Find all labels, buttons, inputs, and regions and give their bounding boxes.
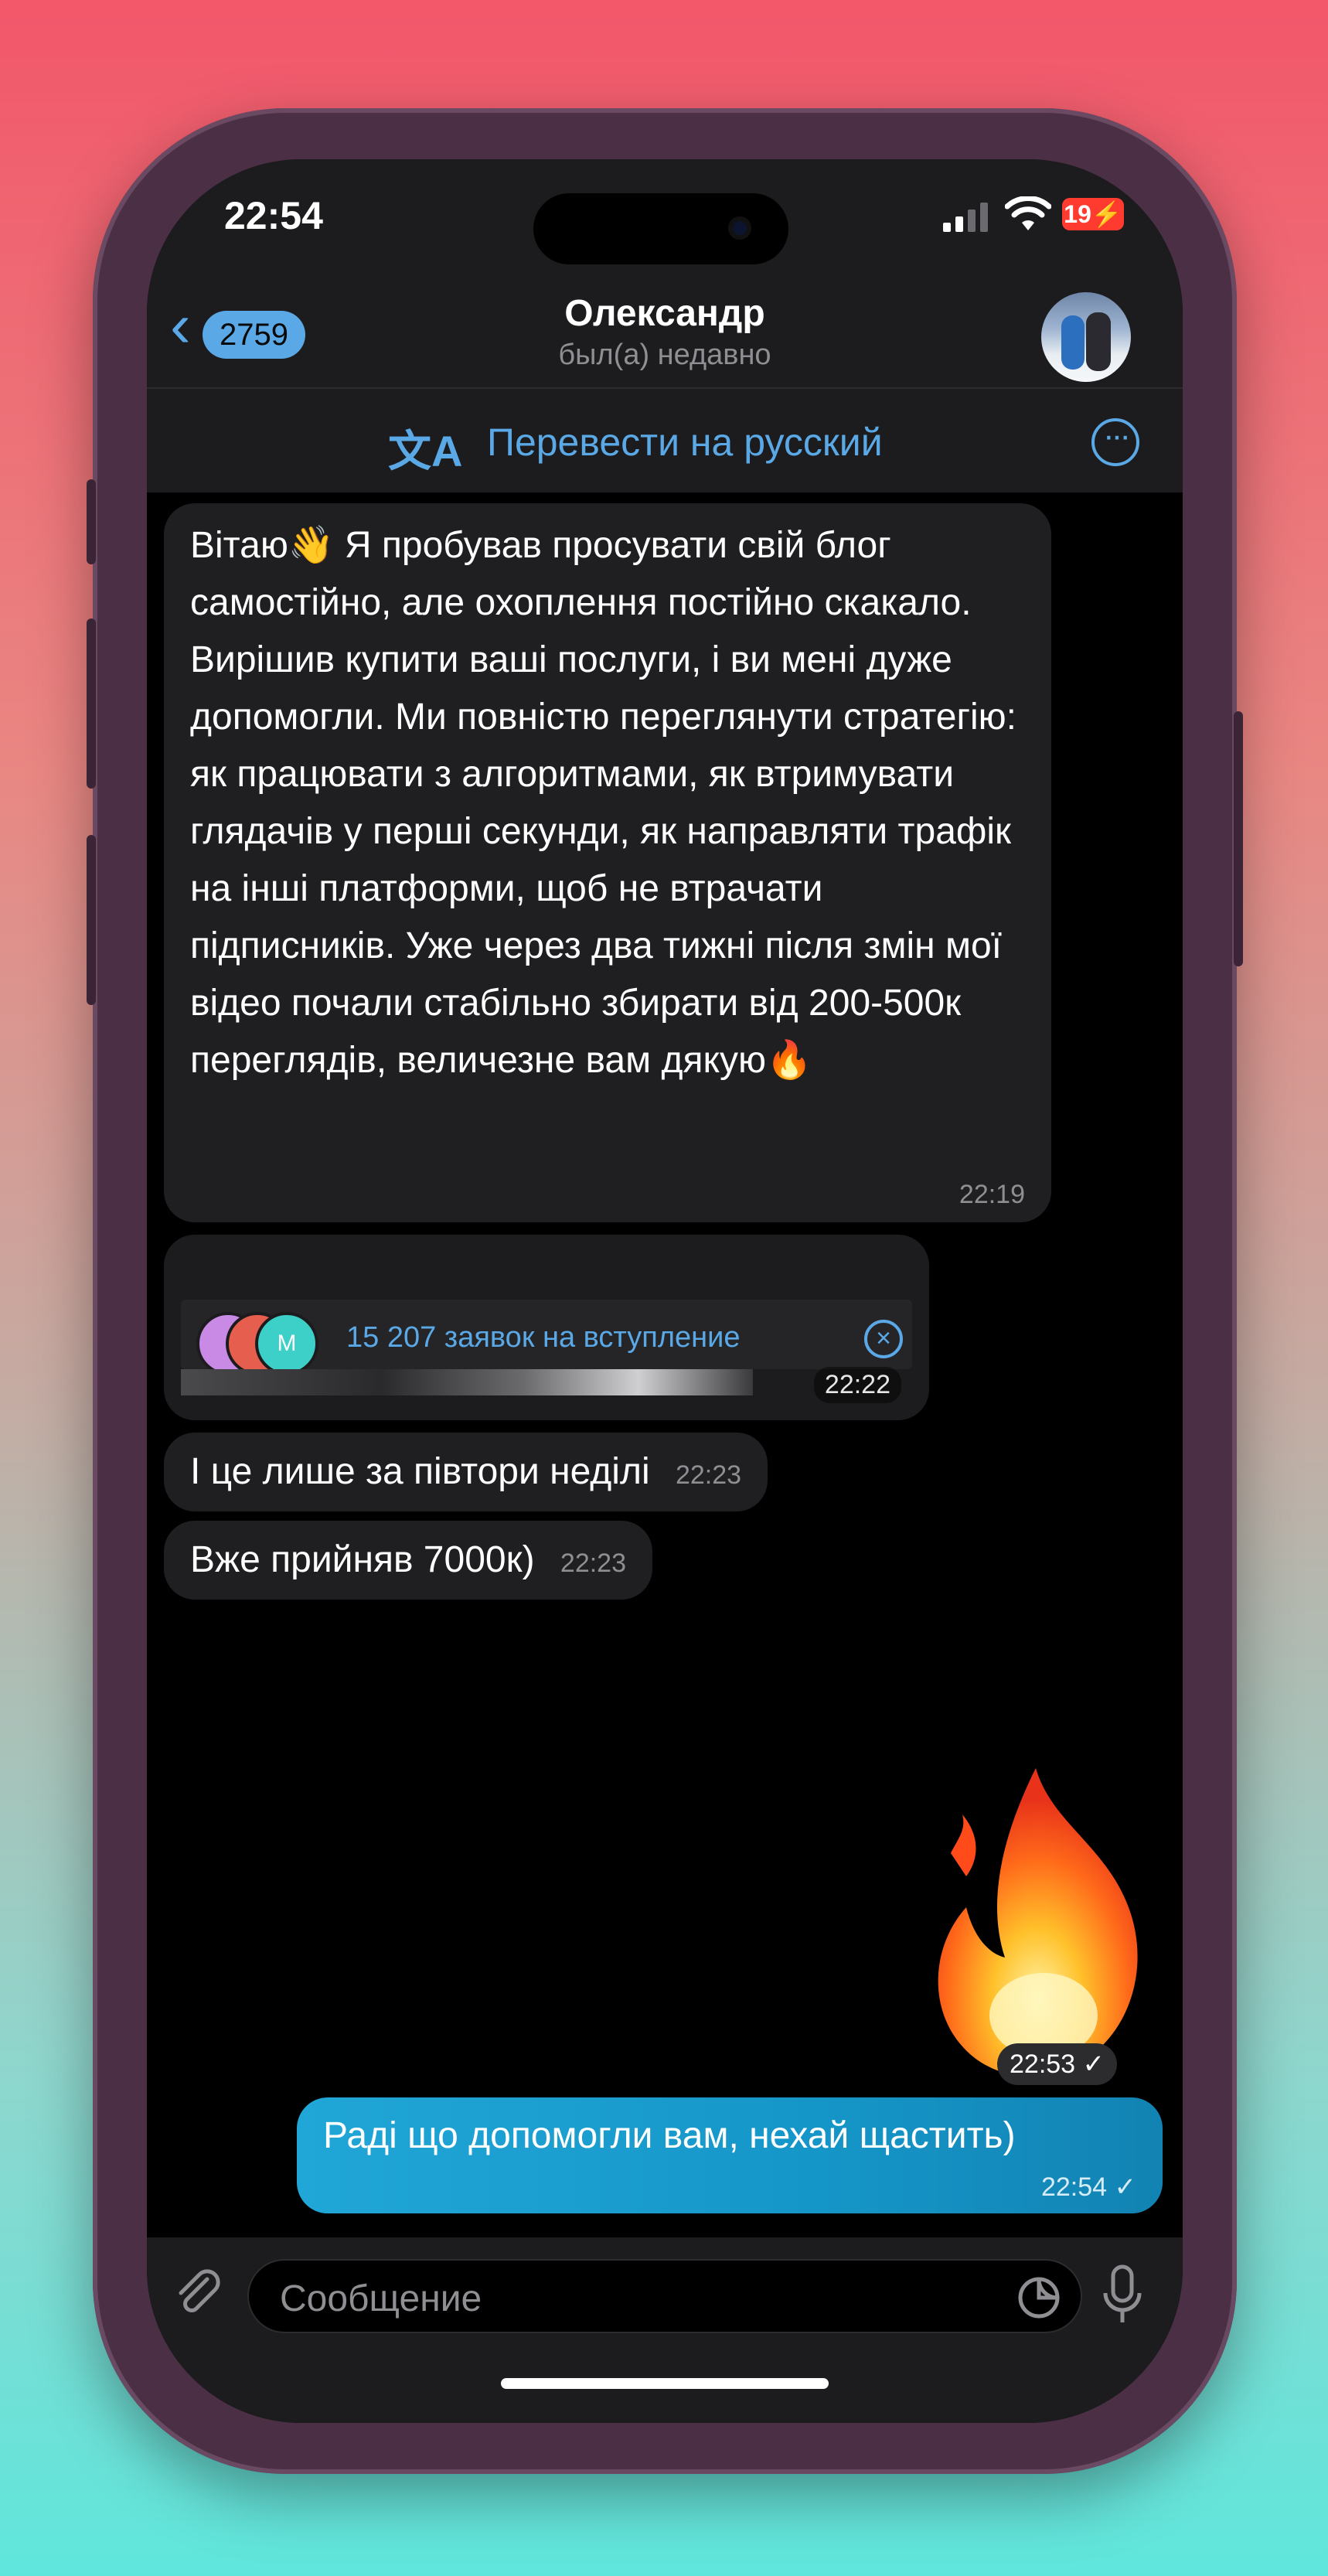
message-input-bar: Сообщение <box>147 2237 1183 2423</box>
read-check-icon: ✓ <box>1082 2050 1105 2079</box>
chat-area[interactable]: Вітаю👋 Я пробував просувати свій блог са… <box>147 492 1183 2423</box>
incoming-message[interactable]: Вітаю👋 Я пробував просувати свій блог са… <box>164 503 1051 1222</box>
home-indicator[interactable] <box>501 2378 829 2389</box>
avatar-person-1 <box>1061 315 1085 370</box>
outgoing-message[interactable]: Раді що допомогли вам, нехай щастить) 22… <box>297 2097 1163 2213</box>
screen: 22:54 19⚡ ‹ 2759 Олександр был(а) недавн… <box>147 159 1183 2423</box>
dynamic-island <box>533 193 788 264</box>
sticker-meta: 22:53 ✓ <box>997 2043 1118 2085</box>
requester-avatar: M <box>255 1312 318 1375</box>
status-bar: 22:54 19⚡ <box>147 159 1183 275</box>
microphone-icon[interactable] <box>1099 2264 1146 2326</box>
incoming-media-message[interactable]: M 15 207 заявок на вступление × 22:22 <box>164 1235 929 1420</box>
message-input[interactable]: Сообщение <box>247 2259 1082 2333</box>
message-time: 22:19 <box>959 1180 1025 1209</box>
volume-up-button <box>87 618 96 789</box>
battery-icon: 19⚡ <box>1062 198 1124 230</box>
wifi-icon <box>1005 196 1051 230</box>
message-placeholder: Сообщение <box>280 2278 482 2319</box>
mute-switch <box>87 479 96 564</box>
sticker-icon[interactable] <box>1016 2274 1062 2321</box>
message-time: 22:54 <box>1040 2172 1108 2202</box>
translate-icon: 文A <box>388 427 463 475</box>
camera-icon <box>728 216 751 240</box>
message-text: Раді що допомогли вам, нехай щастить) <box>323 2115 1016 2156</box>
message-time: 22:22 <box>813 1367 901 1403</box>
read-check-icon: ✓ <box>1114 2172 1137 2202</box>
chat-header: ‹ 2759 Олександр был(а) недавно <box>147 275 1183 389</box>
join-requests-text[interactable]: 15 207 заявок на вступление <box>346 1321 741 1354</box>
more-options-icon[interactable]: ··· <box>1091 418 1139 466</box>
avatar-person-2 <box>1086 312 1111 371</box>
message-text: Вітаю👋 Я пробував просувати свій блог са… <box>190 525 1016 1081</box>
last-seen-status: был(а) недавно <box>558 339 771 371</box>
message-time: 22:23 <box>675 1460 742 1490</box>
signal-icon <box>943 203 988 232</box>
incoming-message[interactable]: І це лише за півтори неділі 22:23 <box>164 1433 768 1511</box>
message-meta: 22:54 ✓ <box>1041 2172 1136 2203</box>
message-text: Вже прийняв 7000к) <box>190 1539 535 1580</box>
media-image[interactable] <box>181 1369 753 1395</box>
fire-sticker[interactable] <box>920 1760 1159 2085</box>
translate-label[interactable]: Перевести на русский <box>487 420 883 465</box>
phone-frame: 22:54 19⚡ ‹ 2759 Олександр был(а) недавн… <box>87 108 1243 2474</box>
attach-icon[interactable] <box>170 2265 224 2319</box>
volume-down-button <box>87 835 96 1005</box>
contact-avatar[interactable] <box>1041 292 1131 382</box>
message-time: 22:53 <box>1010 2050 1076 2079</box>
close-icon[interactable]: × <box>864 1320 903 1358</box>
power-button <box>1234 711 1243 966</box>
incoming-message[interactable]: Вже прийняв 7000к) 22:23 <box>164 1521 653 1600</box>
translate-bar[interactable]: 文A Перевести на русский ··· <box>147 389 1183 492</box>
contact-name[interactable]: Олександр <box>147 292 1183 335</box>
message-time: 22:23 <box>560 1549 627 1578</box>
status-time: 22:54 <box>224 194 323 237</box>
message-text: І це лише за півтори неділі <box>190 1451 650 1492</box>
